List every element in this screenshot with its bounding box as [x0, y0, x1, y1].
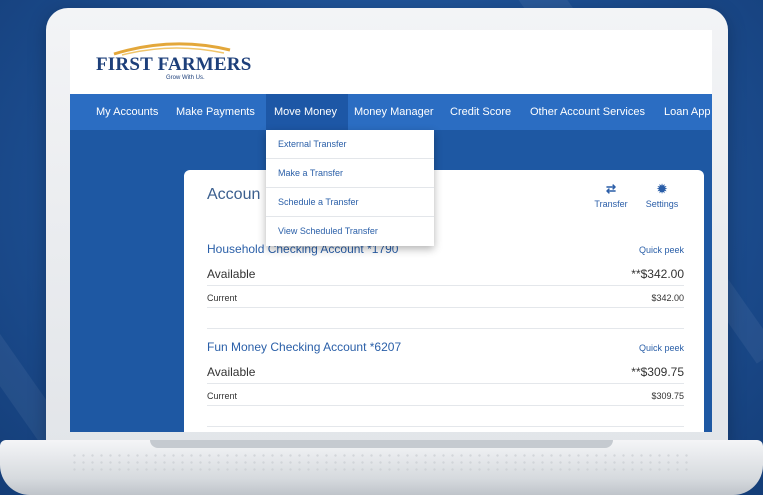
current-value: $309.75 [651, 391, 684, 401]
brand-name: FIRST FARMERS [96, 54, 252, 75]
nav-item-loan-app[interactable]: Loan App [656, 94, 712, 130]
site-header: FIRST FARMERS Grow With Us. [70, 30, 712, 94]
account-name-link[interactable]: Fun Money Checking Account *6207 [207, 340, 401, 354]
settings-button[interactable]: ✹ Settings [640, 182, 684, 209]
available-value: **$342.00 [631, 267, 684, 281]
accounts-card-title: Accoun [207, 186, 261, 203]
current-label: Current [207, 293, 238, 303]
nav-item-other-account-services[interactable]: Other Account Services [522, 94, 653, 130]
accounts-card: Accoun ⇄ Transfer ✹ Settings Household C… [184, 170, 704, 432]
settings-label: Settings [645, 199, 679, 209]
nav-item-credit-score[interactable]: Credit Score [442, 94, 519, 130]
available-label: Available [207, 267, 256, 281]
available-row: Available **$309.75 [207, 362, 684, 384]
move-money-dropdown: External Transfer Make a Transfer Schedu… [266, 130, 434, 246]
current-value: $342.00 [651, 293, 684, 303]
gear-icon: ✹ [656, 182, 668, 196]
transfer-button[interactable]: ⇄ Transfer [589, 182, 633, 209]
menu-item-schedule-a-transfer[interactable]: Schedule a Transfer [266, 188, 434, 217]
brand-tagline: Grow With Us. [166, 75, 205, 81]
nav-item-move-money[interactable]: Move Money [266, 94, 348, 130]
laptop-screen: FIRST FARMERS Grow With Us. My Accounts … [70, 30, 712, 432]
nav-item-money-manager[interactable]: Money Manager [346, 94, 442, 130]
menu-item-view-scheduled-transfer[interactable]: View Scheduled Transfer [266, 217, 434, 246]
laptop-hinge [150, 440, 613, 448]
laptop-keyboard-texture [70, 452, 693, 472]
current-row: Current $309.75 [207, 384, 684, 406]
account-divider [207, 328, 684, 329]
menu-item-make-a-transfer[interactable]: Make a Transfer [266, 159, 434, 188]
transfer-arrows-icon: ⇄ [605, 182, 617, 196]
available-label: Available [207, 365, 256, 379]
nav-item-my-accounts[interactable]: My Accounts [88, 94, 166, 130]
menu-item-external-transfer[interactable]: External Transfer [266, 130, 434, 159]
available-row: Available **$342.00 [207, 264, 684, 286]
quick-peek-link[interactable]: Quick peek [639, 343, 684, 353]
quick-peek-link[interactable]: Quick peek [639, 245, 684, 255]
current-row: Current $342.00 [207, 286, 684, 308]
available-value: **$309.75 [631, 365, 684, 379]
transfer-label: Transfer [594, 199, 628, 209]
main-nav: My Accounts Make Payments Move Money Mon… [70, 94, 712, 130]
current-label: Current [207, 391, 238, 401]
account-divider [207, 426, 684, 427]
nav-item-make-payments[interactable]: Make Payments [168, 94, 263, 130]
